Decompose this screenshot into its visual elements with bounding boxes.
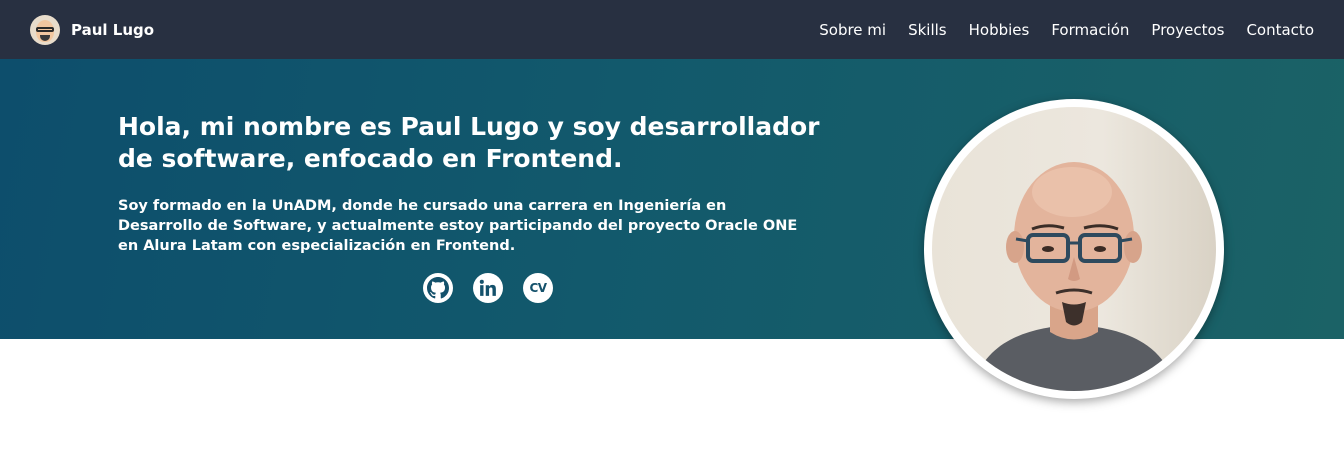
profile-photo [924, 99, 1224, 399]
cv-link[interactable]: CV [523, 273, 553, 303]
social-links: CV [423, 273, 553, 303]
github-link[interactable] [423, 273, 453, 303]
brand-link[interactable]: Paul Lugo [30, 14, 155, 45]
hero-title: Hola, mi nombre es Paul Lugo y soy desar… [118, 112, 820, 173]
cv-icon: CV [529, 281, 547, 295]
profile-photo-image [932, 107, 1216, 391]
portrait-illustration [972, 162, 1176, 391]
nav-link-sobre-mi[interactable]: Sobre mi [819, 21, 886, 39]
github-icon [427, 277, 449, 299]
nav-link-proyectos[interactable]: Proyectos [1151, 21, 1224, 39]
linkedin-icon [479, 279, 496, 296]
nav-link-contacto[interactable]: Contacto [1246, 21, 1314, 39]
brand-name: Paul Lugo [71, 20, 155, 39]
nav-link-formacion[interactable]: Formación [1051, 21, 1129, 39]
nav-link-skills[interactable]: Skills [908, 21, 947, 39]
nav-link-hobbies[interactable]: Hobbies [969, 21, 1030, 39]
brand-avatar [30, 14, 60, 45]
hero-description: Soy formado en la UnADM, donde he cursad… [118, 198, 798, 254]
navbar: Paul Lugo Sobre mi Skills Hobbies Formac… [0, 0, 1344, 59]
linkedin-link[interactable] [473, 273, 503, 303]
nav-links: Sobre mi Skills Hobbies Formación Proyec… [797, 21, 1314, 39]
